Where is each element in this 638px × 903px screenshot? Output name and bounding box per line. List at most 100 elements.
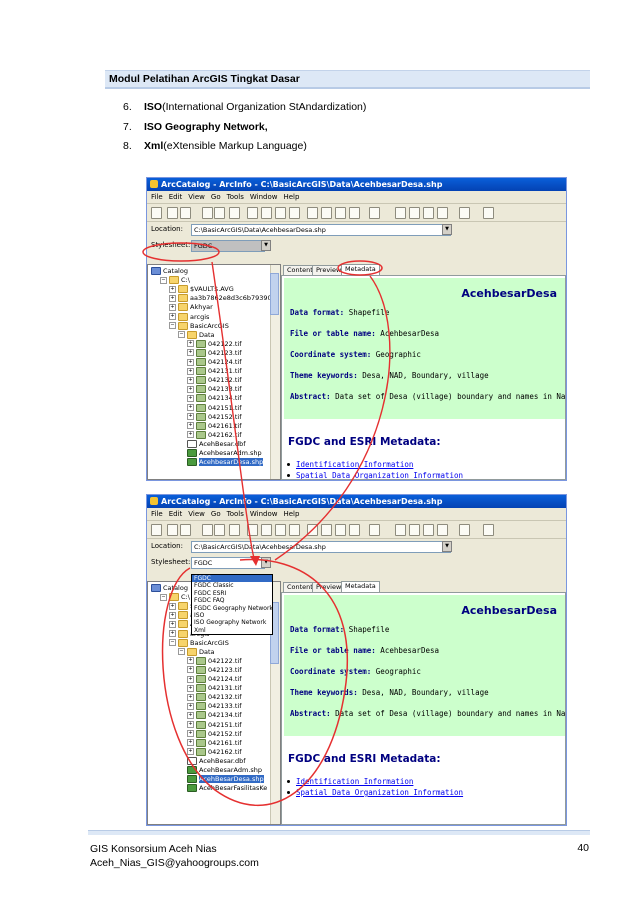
up-folder-icon[interactable]	[151, 524, 162, 536]
full-extent-icon[interactable]	[437, 524, 448, 536]
whats-this-icon[interactable]	[369, 207, 380, 219]
menu-item-edit[interactable]: Edit	[169, 193, 183, 201]
menu-item-view[interactable]: View	[188, 193, 205, 201]
tree-node[interactable]: +042123.tif	[187, 665, 242, 675]
disconnect-icon[interactable]	[180, 524, 191, 536]
expand-toggle-icon[interactable]: +	[169, 294, 176, 302]
expand-toggle-icon[interactable]: −	[178, 331, 185, 339]
tab-metadata[interactable]: Metadata	[341, 581, 380, 592]
tree-node[interactable]: +042123.tif	[187, 348, 242, 358]
tree-node[interactable]: AcehBesarFasilitasKe	[187, 784, 267, 793]
expand-toggle-icon[interactable]: −	[160, 593, 167, 601]
tree-node[interactable]: +042133.tif	[187, 385, 242, 394]
expand-toggle-icon[interactable]: +	[187, 730, 194, 738]
tree-node[interactable]: AcehBesar.dbf	[187, 756, 246, 766]
menu-item-view[interactable]: View	[188, 510, 205, 518]
menu-item-file[interactable]: File	[151, 510, 163, 518]
metadata-link[interactable]: Identification Information	[286, 460, 413, 469]
pan-icon[interactable]	[423, 207, 434, 219]
tree-node[interactable]: + aa3b7862e8d3c6b793903d	[169, 294, 280, 303]
thumbnails-icon[interactable]	[289, 524, 300, 536]
expand-toggle-icon[interactable]: +	[187, 431, 194, 439]
identify-icon[interactable]	[459, 207, 470, 219]
whats-this-icon[interactable]	[369, 524, 380, 536]
location-input[interactable]: C:\BasicArcGIS\Data\AcehbesarDesa.shp	[191, 541, 451, 553]
zoom-in-icon[interactable]	[395, 207, 406, 219]
expand-toggle-icon[interactable]: +	[169, 620, 176, 628]
stylesheet-option[interactable]: FGDC FAQ	[192, 597, 272, 604]
tree-node[interactable]: +042131.tif	[187, 367, 242, 376]
tree-node[interactable]: +042134.tif	[187, 711, 242, 720]
expand-toggle-icon[interactable]: +	[187, 349, 194, 357]
expand-toggle-icon[interactable]: +	[169, 303, 176, 311]
tree-node[interactable]: + $VAULT$.AVG	[169, 285, 234, 294]
expand-toggle-icon[interactable]: +	[169, 602, 176, 610]
metadata-link[interactable]: Spatial Data Organization Information	[286, 788, 463, 797]
tree-node[interactable]: − Data	[178, 330, 215, 340]
location-dropdown-arrow[interactable]: ▼	[442, 541, 452, 552]
zoom-out-icon[interactable]	[409, 207, 420, 219]
stylesheet-option[interactable]: FGDC	[192, 575, 272, 583]
identify-icon[interactable]	[459, 524, 470, 536]
stylesheet-option[interactable]: FGDC Classic	[192, 582, 272, 589]
tree-node[interactable]: − Data	[178, 647, 215, 657]
menu-item-tools[interactable]: Tools	[227, 510, 244, 518]
tree-node[interactable]: +042122.tif	[187, 339, 242, 349]
expand-toggle-icon[interactable]: +	[187, 748, 194, 756]
search-icon[interactable]	[335, 524, 346, 536]
expand-toggle-icon[interactable]: +	[187, 394, 194, 402]
tree-node[interactable]: +042133.tif	[187, 702, 242, 711]
menu-item-tools[interactable]: Tools	[227, 193, 244, 201]
tree-node[interactable]: AcehbesarDesa.shp	[187, 458, 264, 467]
full-extent-icon[interactable]	[437, 207, 448, 219]
launch-arcmap-icon[interactable]	[307, 524, 318, 536]
thumbnails-icon[interactable]	[289, 207, 300, 219]
tree-node[interactable]: +042162.tif	[187, 430, 242, 440]
expand-toggle-icon[interactable]: +	[187, 657, 194, 665]
scroll-thumb[interactable]	[270, 273, 279, 315]
tree-node[interactable]: + Akhyar	[169, 303, 213, 312]
expand-toggle-icon[interactable]: +	[187, 367, 194, 375]
catalog-tree-icon[interactable]	[321, 207, 332, 219]
list-icon[interactable]	[261, 524, 272, 536]
tree-node[interactable]: Catalog	[151, 584, 188, 593]
arctoolbox-icon[interactable]	[349, 524, 360, 536]
paste-icon[interactable]	[214, 524, 225, 536]
tree-node[interactable]: +042124.tif	[187, 358, 242, 367]
copy-icon[interactable]	[202, 524, 213, 536]
expand-toggle-icon[interactable]: +	[169, 285, 176, 293]
stylesheet-dropdown-arrow[interactable]: ▼	[261, 557, 271, 568]
tree-node[interactable]: +042161.tif	[187, 421, 242, 431]
copy-icon[interactable]	[202, 207, 213, 219]
tree-node[interactable]: AcehbesarAdm.shp	[187, 449, 262, 458]
launch-arcmap-icon[interactable]	[307, 207, 318, 219]
expand-toggle-icon[interactable]: +	[187, 376, 194, 384]
tree-node[interactable]: − BasicArcGIS	[169, 638, 229, 648]
large-icons-icon[interactable]	[247, 207, 258, 219]
tree-node[interactable]: − BasicArcGIS	[169, 321, 229, 331]
expand-toggle-icon[interactable]: +	[187, 693, 194, 701]
tree-node[interactable]: AcehBesarDesa.shp	[187, 775, 264, 784]
details-icon[interactable]	[275, 524, 286, 536]
paste-icon[interactable]	[214, 207, 225, 219]
metadata-link[interactable]: Identification Information	[286, 777, 413, 786]
tree-scrollbar[interactable]	[270, 265, 280, 479]
stylesheet-option[interactable]: FGDC Geography Network	[192, 605, 273, 612]
expand-toggle-icon[interactable]: +	[187, 684, 194, 692]
tree-node[interactable]: +042132.tif	[187, 376, 242, 385]
catalog-tree-icon[interactable]	[321, 524, 332, 536]
menu-item-window[interactable]: Window	[250, 510, 278, 518]
tree-node[interactable]: +042151.tif	[187, 720, 242, 730]
list-icon[interactable]	[261, 207, 272, 219]
expand-toggle-icon[interactable]: +	[187, 340, 194, 348]
tree-node[interactable]: +042152.tif	[187, 412, 242, 422]
menu-item-go[interactable]: Go	[211, 193, 221, 201]
stylesheet-option[interactable]: ISO	[192, 612, 272, 619]
expand-toggle-icon[interactable]: +	[187, 385, 194, 393]
expand-toggle-icon[interactable]: +	[187, 413, 194, 421]
delete-icon[interactable]	[229, 524, 240, 536]
tree-node[interactable]: +042124.tif	[187, 675, 242, 684]
expand-toggle-icon[interactable]: −	[169, 322, 176, 330]
expand-toggle-icon[interactable]: +	[187, 358, 194, 366]
expand-toggle-icon[interactable]: +	[187, 702, 194, 710]
